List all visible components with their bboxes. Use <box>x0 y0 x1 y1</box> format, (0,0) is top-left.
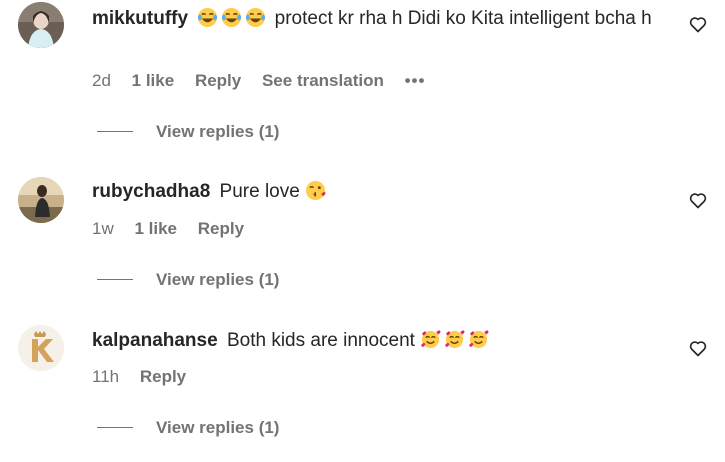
like-heart-icon[interactable] <box>688 338 710 360</box>
username[interactable]: kalpanahanse <box>92 330 218 351</box>
timestamp: 2d <box>92 71 111 90</box>
comment-body: Pure love <box>219 181 300 202</box>
reply-button[interactable]: Reply <box>140 367 186 386</box>
comment-text: rubychadha8 Pure love <box>92 178 672 205</box>
comment-text: mikkutuffy protect kr rha h Didi ko Kita… <box>92 5 672 32</box>
laughing-tears-icon <box>245 7 269 29</box>
avatar-image <box>18 2 64 48</box>
likes-count[interactable]: 1 like <box>132 71 175 90</box>
view-replies-label: View replies (1) <box>156 270 280 289</box>
comment-meta: 1w 1 like Reply <box>92 219 260 239</box>
view-replies-button[interactable]: View replies (1) <box>97 418 279 438</box>
comment-meta: 11h Reply <box>92 367 202 387</box>
likes-count[interactable]: 1 like <box>134 219 177 238</box>
comment-body: Both kids are innocent <box>226 330 415 351</box>
reply-button[interactable]: Reply <box>198 219 244 238</box>
avatar-image <box>18 177 64 223</box>
see-translation-link[interactable]: See translation <box>262 71 384 90</box>
username[interactable]: mikkutuffy <box>92 8 188 29</box>
kiss-heart-icon <box>305 180 329 202</box>
comment-meta: 2d 1 like Reply See translation ••• <box>92 71 441 91</box>
reply-button[interactable]: Reply <box>195 71 241 90</box>
more-options-icon[interactable]: ••• <box>405 71 426 90</box>
smiling-hearts-icon <box>444 330 468 351</box>
replies-divider <box>97 131 133 132</box>
view-replies-button[interactable]: View replies (1) <box>97 270 279 290</box>
smiling-hearts-icon <box>468 330 492 351</box>
view-replies-label: View replies (1) <box>156 122 280 141</box>
view-replies-button[interactable]: View replies (1) <box>97 122 279 142</box>
smiling-hearts-icon <box>420 330 444 351</box>
k-monogram-icon <box>18 325 64 371</box>
timestamp: 11h <box>92 367 120 386</box>
avatar[interactable] <box>18 177 64 223</box>
replies-divider <box>97 427 133 428</box>
view-replies-label: View replies (1) <box>156 418 280 437</box>
comment-text: kalpanahanse Both kids are innocent <box>92 327 672 354</box>
laughing-tears-icon <box>221 7 245 29</box>
avatar[interactable] <box>18 325 64 371</box>
timestamp: 1w <box>92 219 114 238</box>
username[interactable]: rubychadha8 <box>92 181 210 202</box>
comment-body: protect kr rha h Didi ko Kita intelligen… <box>274 8 652 29</box>
laughing-tears-icon <box>197 7 221 29</box>
like-heart-icon[interactable] <box>688 14 710 36</box>
avatar[interactable] <box>18 2 64 48</box>
replies-divider <box>97 279 133 280</box>
like-heart-icon[interactable] <box>688 190 710 212</box>
